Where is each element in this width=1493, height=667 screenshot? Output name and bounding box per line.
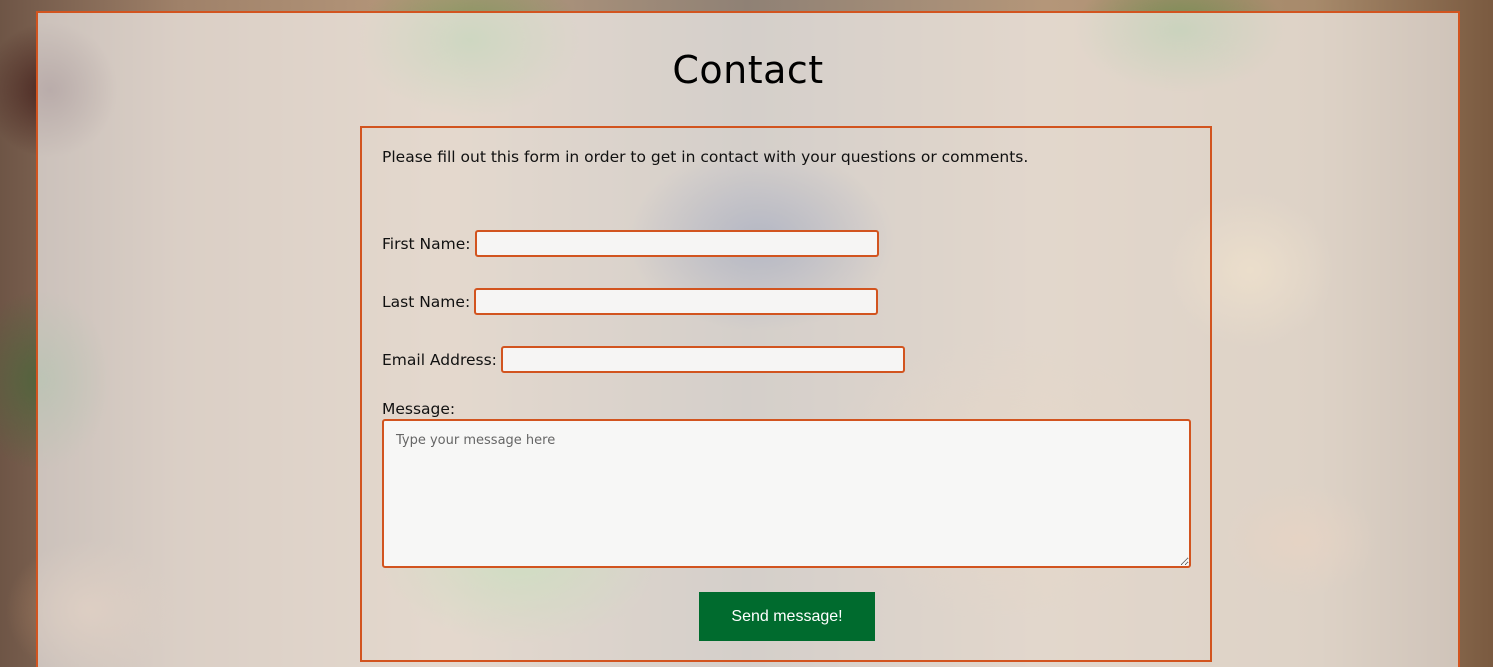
page-title: Contact [672,48,824,92]
email-row: Email Address: [382,346,905,373]
last-name-input[interactable] [474,288,879,315]
email-label: Email Address: [382,350,497,369]
message-label: Message: [382,400,456,418]
message-textarea[interactable] [382,419,1191,568]
first-name-input[interactable] [474,230,879,257]
last-name-label: Last Name: [382,292,471,311]
last-name-row: Last Name: [382,288,879,315]
email-input[interactable] [500,346,905,373]
first-name-row: First Name: [382,230,879,257]
form-intro: Please fill out this form in order to ge… [382,148,1029,166]
first-name-label: First Name: [382,234,471,253]
content-panel: Contact Please fill out this form in ord… [36,11,1460,667]
contact-form: Please fill out this form in order to ge… [360,126,1212,662]
send-message-button[interactable]: Send message! [699,592,875,641]
